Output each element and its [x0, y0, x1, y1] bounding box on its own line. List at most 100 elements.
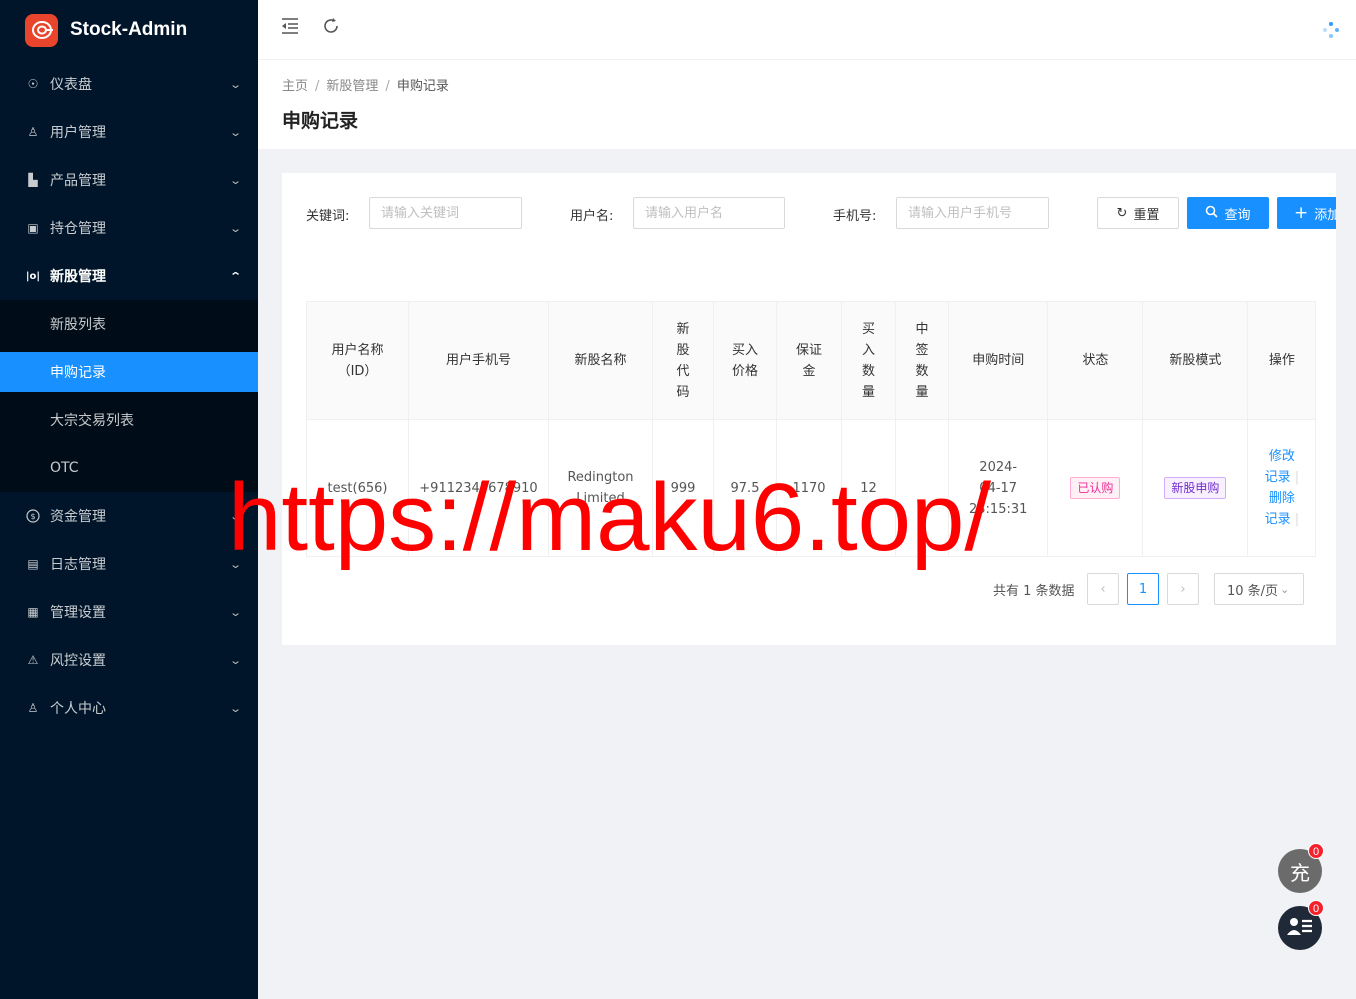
sidebar-item-positions[interactable]: ▣ 持仓管理 ⌄	[0, 204, 258, 252]
page-header: 主页 / 新股管理 / 申购记录 申购记录	[258, 60, 1356, 149]
breadcrumb-parent[interactable]: 新股管理	[326, 79, 378, 94]
cell-actions: 修改记录 | 删除记录 |	[1247, 419, 1317, 557]
sidebar-item-label: 持仓管理	[50, 221, 106, 237]
keyword-input[interactable]	[369, 197, 522, 229]
cell-buy-qty: 12	[841, 419, 896, 557]
sidebar-item-funds[interactable]: $ 资金管理 ⌄	[0, 492, 258, 540]
add-record-button[interactable]: + 添加记录	[1277, 197, 1336, 229]
sidebar-item-products[interactable]: ▙ 产品管理 ⌄	[0, 156, 258, 204]
chevron-down-icon: ⌄	[228, 77, 242, 91]
col-user: 用户名称（ID）	[306, 301, 409, 420]
table-header-row: 用户名称（ID） 用户手机号 新股名称 新股代码 买入价格 保证金 买入数量 中…	[306, 301, 1317, 420]
page-number-button[interactable]: 1	[1127, 573, 1159, 605]
next-page-button[interactable]: ›	[1167, 573, 1199, 605]
username-label: 用户名:	[570, 209, 614, 224]
cell-status: 已认购	[1047, 419, 1144, 557]
page-title: 申购记录	[282, 110, 359, 132]
refresh-icon[interactable]	[321, 16, 341, 41]
cell-time: 2024-04-17 23:15:31	[947, 419, 1049, 557]
sidebar-item-label: 日志管理	[50, 557, 106, 573]
breadcrumb: 主页 / 新股管理 / 申购记录	[282, 75, 449, 94]
cell-stock-code: 999	[652, 419, 714, 557]
sidebar-item-label: 管理设置	[50, 605, 106, 621]
chevron-left-icon: ‹	[1100, 581, 1106, 597]
mode-badge: 新股申购	[1164, 477, 1227, 499]
cell-mode: 新股申购	[1142, 419, 1249, 557]
chevron-down-icon: ⌄	[228, 509, 242, 523]
app-name: Stock-Admin	[70, 19, 188, 40]
page-size-select[interactable]: 10 条/页 ⌄	[1214, 573, 1304, 605]
col-phone: 用户手机号	[408, 301, 549, 420]
sidebar-item-profile[interactable]: ♙ 个人中心 ⌄	[0, 684, 258, 732]
chevron-down-icon: ⌄	[228, 653, 242, 667]
search-form: 关键词: 用户名: 手机号: ↻ 重置 查询 + 添加记录	[282, 197, 1336, 229]
col-buy-qty: 买入数量	[841, 301, 896, 420]
sidebar-item-new-stock[interactable]: |o| 新股管理 ⌃	[0, 252, 258, 300]
area-chart-icon: ▙	[28, 173, 38, 187]
recharge-float-button[interactable]: 充 0	[1278, 843, 1324, 893]
sidebar-item-logs[interactable]: ▤ 日志管理 ⌄	[0, 540, 258, 588]
reset-label: 重置	[1133, 207, 1160, 223]
content-card: 关键词: 用户名: 手机号: ↻ 重置 查询 + 添加记录 用户名称（ID） 用户手…	[282, 173, 1336, 645]
status-badge: 已认购	[1070, 477, 1121, 499]
sidebar-item-admin-settings[interactable]: ▦ 管理设置 ⌄	[0, 588, 258, 636]
page-size-value: 10 条/页	[1227, 583, 1279, 599]
chevron-down-icon: ⌄	[228, 557, 242, 571]
prev-page-button[interactable]: ‹	[1087, 573, 1119, 605]
sidebar-item-label: 风控设置	[50, 653, 106, 669]
cell-phone: +9112345678910	[408, 419, 549, 557]
query-button[interactable]: 查询	[1187, 197, 1269, 229]
col-buy-price: 买入价格	[713, 301, 777, 420]
username-input[interactable]	[633, 197, 785, 229]
warning-icon: ⚠	[27, 653, 39, 667]
action-divider: |	[1294, 512, 1300, 527]
sidebar: Stock-Admin ☉ 仪表盘 ⌄ ♙ 用户管理 ⌄ ▙ 产品管理 ⌄ ▣ …	[0, 0, 258, 999]
sidebar-item-label: 产品管理	[50, 173, 106, 189]
col-stock-code: 新股代码	[652, 301, 714, 420]
add-record-label: 添加记录	[1314, 207, 1336, 223]
new-stock-icon: |o|	[25, 270, 41, 282]
sidebar-subitem-subscription-records[interactable]: 申购记录	[0, 352, 258, 392]
col-won-qty: 中签数量	[895, 301, 949, 420]
users-icon: ♙	[27, 125, 39, 139]
sidebar-item-risk-settings[interactable]: ⚠ 风控设置 ⌄	[0, 636, 258, 684]
cell-stock-name: Redington Limited	[548, 419, 653, 557]
logo[interactable]: Stock-Admin	[0, 0, 258, 60]
col-status: 状态	[1047, 301, 1144, 420]
breadcrumb-separator: /	[385, 79, 390, 94]
breadcrumb-separator: /	[315, 79, 320, 94]
menu-fold-icon[interactable]	[280, 16, 300, 41]
col-deposit: 保证金	[776, 301, 842, 420]
col-mode: 新股模式	[1142, 301, 1249, 420]
sidebar-item-label: 资金管理	[50, 509, 106, 525]
dollar-icon: $	[25, 508, 41, 524]
query-label: 查询	[1224, 207, 1251, 223]
new-stock-submenu: 新股列表 申购记录 大宗交易列表 OTC	[0, 300, 258, 492]
cell-won-qty	[895, 419, 949, 557]
chevron-down-icon: ⌄	[228, 221, 242, 235]
table-row: test(656) +9112345678910 Redington Limit…	[306, 419, 1317, 557]
search-icon	[1205, 205, 1219, 222]
action-divider: |	[1294, 470, 1300, 485]
sidebar-item-dashboard[interactable]: ☉ 仪表盘 ⌄	[0, 60, 258, 108]
contact-list-icon	[1287, 915, 1313, 941]
sidebar-subitem-new-stock-list[interactable]: 新股列表	[0, 304, 258, 344]
breadcrumb-home[interactable]: 主页	[282, 79, 308, 94]
phone-input[interactable]	[896, 197, 1049, 229]
col-stock-name: 新股名称	[548, 301, 653, 420]
sidebar-subitem-block-trade[interactable]: 大宗交易列表	[0, 400, 258, 440]
svg-text:$: $	[30, 512, 35, 521]
reset-button[interactable]: ↻ 重置	[1097, 197, 1179, 229]
recharge-label: 充	[1290, 860, 1310, 885]
col-time: 申购时间	[947, 301, 1049, 420]
sidebar-subitem-otc[interactable]: OTC	[0, 448, 258, 488]
sidebar-item-label: 仪表盘	[50, 77, 92, 93]
delete-record-link[interactable]: 删除记录	[1265, 491, 1295, 527]
chevron-down-icon: ⌄	[228, 173, 242, 187]
breadcrumb-current: 申购记录	[396, 79, 449, 94]
sidebar-item-label: 新股管理	[50, 269, 106, 285]
chat-float-button[interactable]: 0	[1278, 900, 1324, 950]
sidebar-item-users[interactable]: ♙ 用户管理 ⌄	[0, 108, 258, 156]
cell-buy-price: 97.5	[713, 419, 777, 557]
edit-record-link[interactable]: 修改记录	[1265, 449, 1295, 485]
